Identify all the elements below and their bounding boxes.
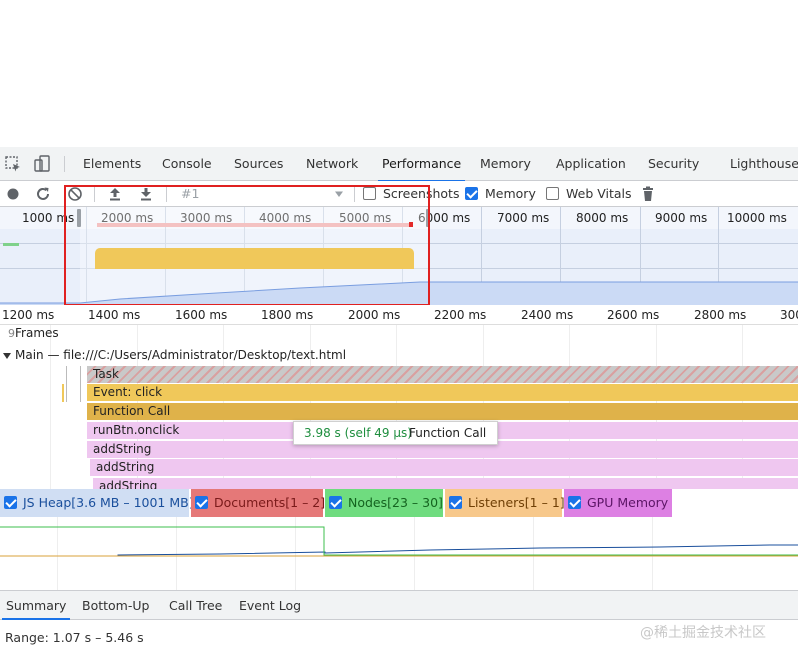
flame-tick [80, 366, 81, 402]
flame-add-string[interactable]: addString [90, 459, 798, 476]
ruler-tick: 1200 ms [2, 308, 55, 322]
memory-label: Memory [485, 186, 536, 201]
flame-tick [66, 366, 67, 402]
watermark: @稀土掘金技术社区 [640, 625, 766, 641]
ruler-tick: 2200 ms [434, 308, 487, 322]
flame-tick [62, 384, 64, 402]
tab-security[interactable]: Security [648, 147, 699, 181]
documents-toggle[interactable]: Documents[1 – 2] [191, 489, 326, 517]
tab-event-log[interactable]: Event Log [239, 591, 301, 620]
flame-function-call[interactable]: Function Call [87, 403, 798, 420]
tab-lighthouse[interactable]: Lighthouse [730, 147, 798, 181]
record-icon[interactable] [4, 185, 22, 203]
tab-divider [64, 156, 65, 172]
overview-tick: 7000 ms [497, 211, 550, 225]
frames-label: Frames [15, 326, 59, 340]
tooltip-name: Function Call [409, 426, 487, 440]
flame-event-click[interactable]: Event: click [87, 384, 798, 401]
main-thread-track-header[interactable]: Main — file:///C:/Users/Administrator/De… [0, 346, 798, 366]
tab-elements[interactable]: Elements [83, 147, 141, 181]
documents-label: Documents[1 – 2] [214, 495, 326, 510]
tab-call-tree[interactable]: Call Tree [169, 591, 222, 620]
memory-checkbox[interactable] [465, 187, 478, 200]
frames-track[interactable]: 9 Frames [0, 325, 798, 345]
memory-counter-lines [0, 526, 798, 557]
memory-counters-graph[interactable] [0, 517, 798, 590]
tab-sources[interactable]: Sources [234, 147, 283, 181]
ruler-tick: 2600 ms [607, 308, 660, 322]
ruler-tick: 300 [780, 308, 798, 322]
expand-triangle-icon [2, 350, 12, 364]
garbage-collect-icon[interactable] [639, 185, 657, 203]
js-heap-label: JS Heap[3.6 MB – 1001 MB] [23, 495, 194, 510]
overview-tick: 10000 ms [727, 211, 787, 225]
listeners-checkbox[interactable] [449, 496, 462, 509]
ruler-tick: 2400 ms [521, 308, 574, 322]
js-heap-checkbox[interactable] [4, 496, 17, 509]
tab-performance[interactable]: Performance [377, 147, 466, 182]
ruler-tick: 1600 ms [175, 308, 228, 322]
inspect-element-icon[interactable] [4, 155, 22, 173]
nodes-toggle[interactable]: Nodes[23 – 30] [325, 489, 443, 517]
details-tab-bar: Summary Bottom-Up Call Tree Event Log [0, 590, 798, 620]
device-toolbar-icon[interactable] [33, 155, 51, 173]
tab-bottom-up[interactable]: Bottom-Up [82, 591, 149, 620]
gpu-memory-label: GPU Memory [587, 495, 669, 510]
tab-console[interactable]: Console [162, 147, 212, 181]
js-heap-toggle[interactable]: JS Heap[3.6 MB – 1001 MB] [0, 489, 194, 517]
timeline-overview[interactable]: 1000 ms 2000 ms 3000 ms 4000 ms 5000 ms … [0, 185, 798, 306]
ruler-tick: 2800 ms [694, 308, 747, 322]
flame-add-string[interactable]: addString [93, 478, 798, 489]
overview-tick: 8000 ms [576, 211, 629, 225]
tab-application[interactable]: Application [556, 147, 626, 181]
tab-network[interactable]: Network [306, 147, 358, 181]
main-thread-label: Main — file:///C:/Users/Administrator/De… [15, 348, 347, 362]
nodes-label: Nodes[23 – 30] [348, 495, 443, 510]
listeners-toggle[interactable]: Listeners[1 – 1] [445, 489, 565, 517]
nodes-checkbox[interactable] [329, 496, 342, 509]
flame-task[interactable]: Task [87, 366, 798, 383]
summary-range: Range: 1.07 s – 5.46 s [5, 630, 144, 645]
devtools-tab-bar: Elements Console Sources Network Perform… [0, 147, 798, 182]
reload-profile-icon[interactable] [34, 185, 52, 203]
web-vitals-label: Web Vitals [566, 186, 632, 201]
flame-tooltip: 3.98 s (self 49 µs) Function Call [293, 421, 498, 445]
listeners-label: Listeners[1 – 1] [468, 495, 565, 510]
ruler-tick: 1800 ms [261, 308, 314, 322]
annotation-highlight-box [64, 185, 430, 306]
tab-memory[interactable]: Memory [480, 147, 531, 181]
ruler-tick: 1400 ms [88, 308, 141, 322]
fps-marker [3, 243, 19, 246]
memory-counters-legend: JS Heap[3.6 MB – 1001 MB] Documents[1 – … [0, 489, 798, 517]
documents-checkbox[interactable] [195, 496, 208, 509]
frames-value: 9 [8, 327, 15, 340]
main-timeline-ruler: 1200 ms 1400 ms 1600 ms 1800 ms 2000 ms … [0, 305, 798, 325]
tooltip-time: 3.98 s (self 49 µs) [304, 426, 412, 440]
tab-summary[interactable]: Summary [1, 591, 71, 620]
web-vitals-checkbox[interactable] [546, 187, 559, 200]
gpu-memory-toggle[interactable]: GPU Memory [564, 489, 672, 517]
ruler-tick: 2000 ms [348, 308, 401, 322]
overview-tick: 9000 ms [655, 211, 708, 225]
gpu-memory-checkbox[interactable] [568, 496, 581, 509]
